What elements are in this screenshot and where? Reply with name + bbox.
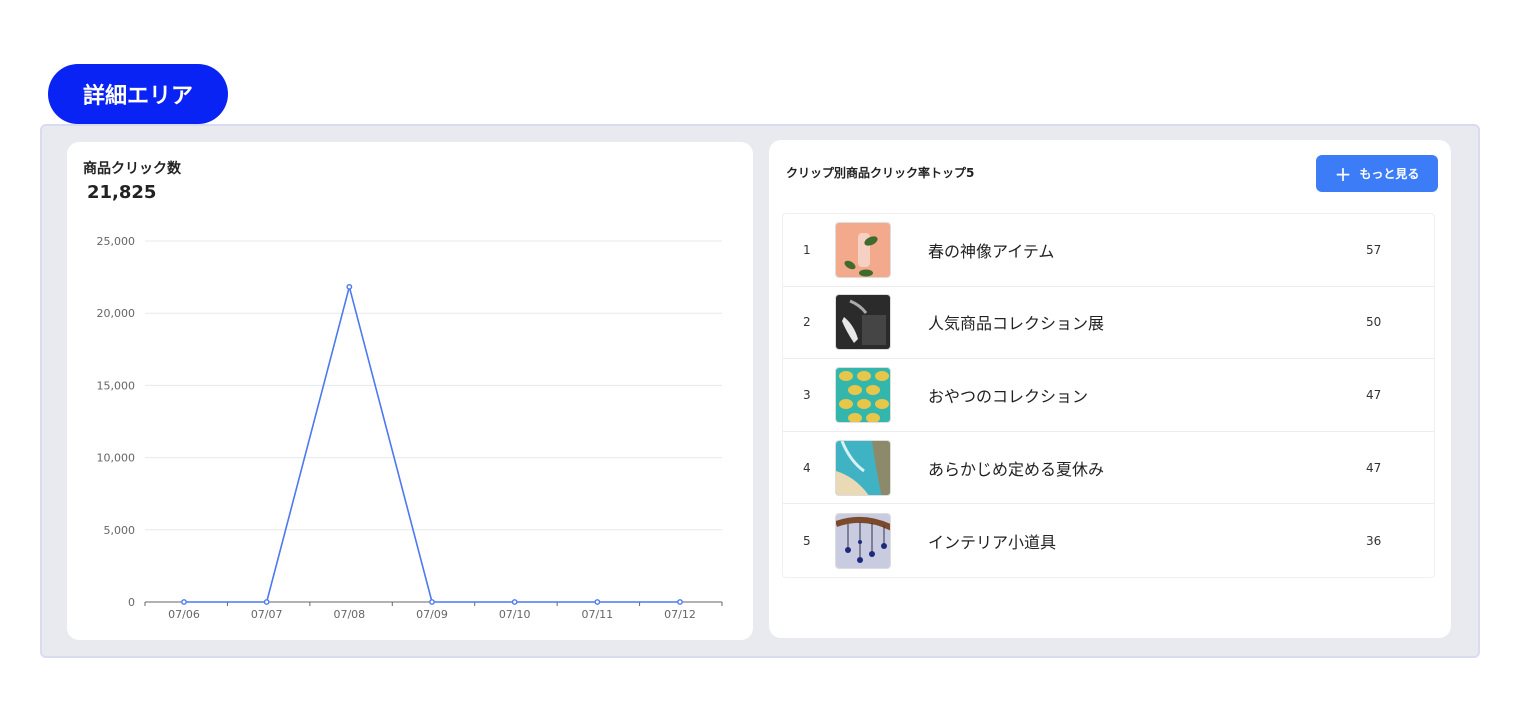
data-point <box>677 599 683 605</box>
y-tick-label: 20,000 <box>97 307 136 320</box>
detail-area-callout: 詳細エリア <box>48 64 228 124</box>
y-tick-label: 0 <box>128 596 135 609</box>
click-rate-value: 36 <box>1366 533 1382 548</box>
y-tick-label: 10,000 <box>97 452 136 465</box>
clip-name: インテリア小道具 <box>928 532 1057 552</box>
plus-icon: + <box>1334 161 1352 186</box>
ranking-row[interactable]: 1 春の神像アイテム 57 <box>783 214 1434 287</box>
x-tick-label: 07/12 <box>664 608 696 621</box>
clip-name: あらかじめ定める夏休み <box>928 459 1105 479</box>
data-point <box>511 599 518 605</box>
rank-number: 2 <box>803 315 811 330</box>
see-more-label: もっと見る <box>1359 167 1420 181</box>
ranking-row[interactable]: 2 人気商品コレクション展 50 <box>783 287 1434 360</box>
click-rate-value: 47 <box>1366 460 1382 475</box>
rank-number: 3 <box>803 387 811 402</box>
clip-name: 春の神像アイテム <box>928 241 1055 261</box>
clip-thumbnail <box>835 366 891 423</box>
rank-number: 4 <box>803 460 811 475</box>
data-point <box>263 599 270 605</box>
y-tick-label: 15,000 <box>97 379 136 392</box>
clip-name: 人気商品コレクション展 <box>928 314 1105 334</box>
x-tick-label: 07/11 <box>581 608 613 621</box>
series-line <box>184 283 680 603</box>
click-count-card: 商品クリック数 21,825 0 5,000 10,000 15,000 20,000 2… <box>67 142 753 640</box>
x-tick-label: 07/10 <box>499 608 531 621</box>
data-point <box>594 599 601 605</box>
ranking-title: クリップ別商品クリック率トップ5 <box>786 166 975 180</box>
click-rate-value: 57 <box>1366 242 1382 257</box>
rank-number: 1 <box>803 242 811 257</box>
ranking-row[interactable]: 5 インテリア小道具 36 <box>783 504 1434 577</box>
data-point <box>429 599 435 605</box>
see-more-button[interactable]: + もっと見る <box>1316 155 1438 192</box>
y-tick-label: 25,000 <box>97 235 136 248</box>
ranking-card: クリップ別商品クリック率トップ5 + もっと見る 1 春の神像アイテム 57 2 <box>769 140 1451 638</box>
clip-thumbnail <box>835 221 891 278</box>
click-rate-value: 47 <box>1366 387 1382 402</box>
x-tick-label: 07/06 <box>168 608 200 621</box>
rank-number: 5 <box>803 533 811 548</box>
clip-thumbnail <box>835 512 891 569</box>
clip-name: おやつのコレクション <box>928 386 1089 406</box>
click-rate-value: 50 <box>1366 315 1382 330</box>
clip-thumbnail <box>835 294 891 351</box>
data-point <box>346 283 353 290</box>
callout-label: 詳細エリア <box>82 84 193 109</box>
x-tick-label: 07/08 <box>333 608 365 621</box>
data-point <box>181 599 187 605</box>
y-tick-label: 5,000 <box>104 524 136 537</box>
clip-thumbnail <box>835 439 891 496</box>
x-tick-label: 07/07 <box>251 608 283 621</box>
x-tick-label: 07/09 <box>416 608 448 621</box>
ranking-list: 1 春の神像アイテム 57 2 人気商品コレクション展 50 3 おやつのコレク… <box>782 213 1435 578</box>
ranking-row[interactable]: 4 あらかじめ定める夏休み 47 <box>783 432 1434 505</box>
ranking-row[interactable]: 3 おやつのコレクション 47 <box>783 359 1434 432</box>
click-line-chart: 0 5,000 10,000 15,000 20,000 25,000 07/06 07/07… <box>97 235 723 621</box>
